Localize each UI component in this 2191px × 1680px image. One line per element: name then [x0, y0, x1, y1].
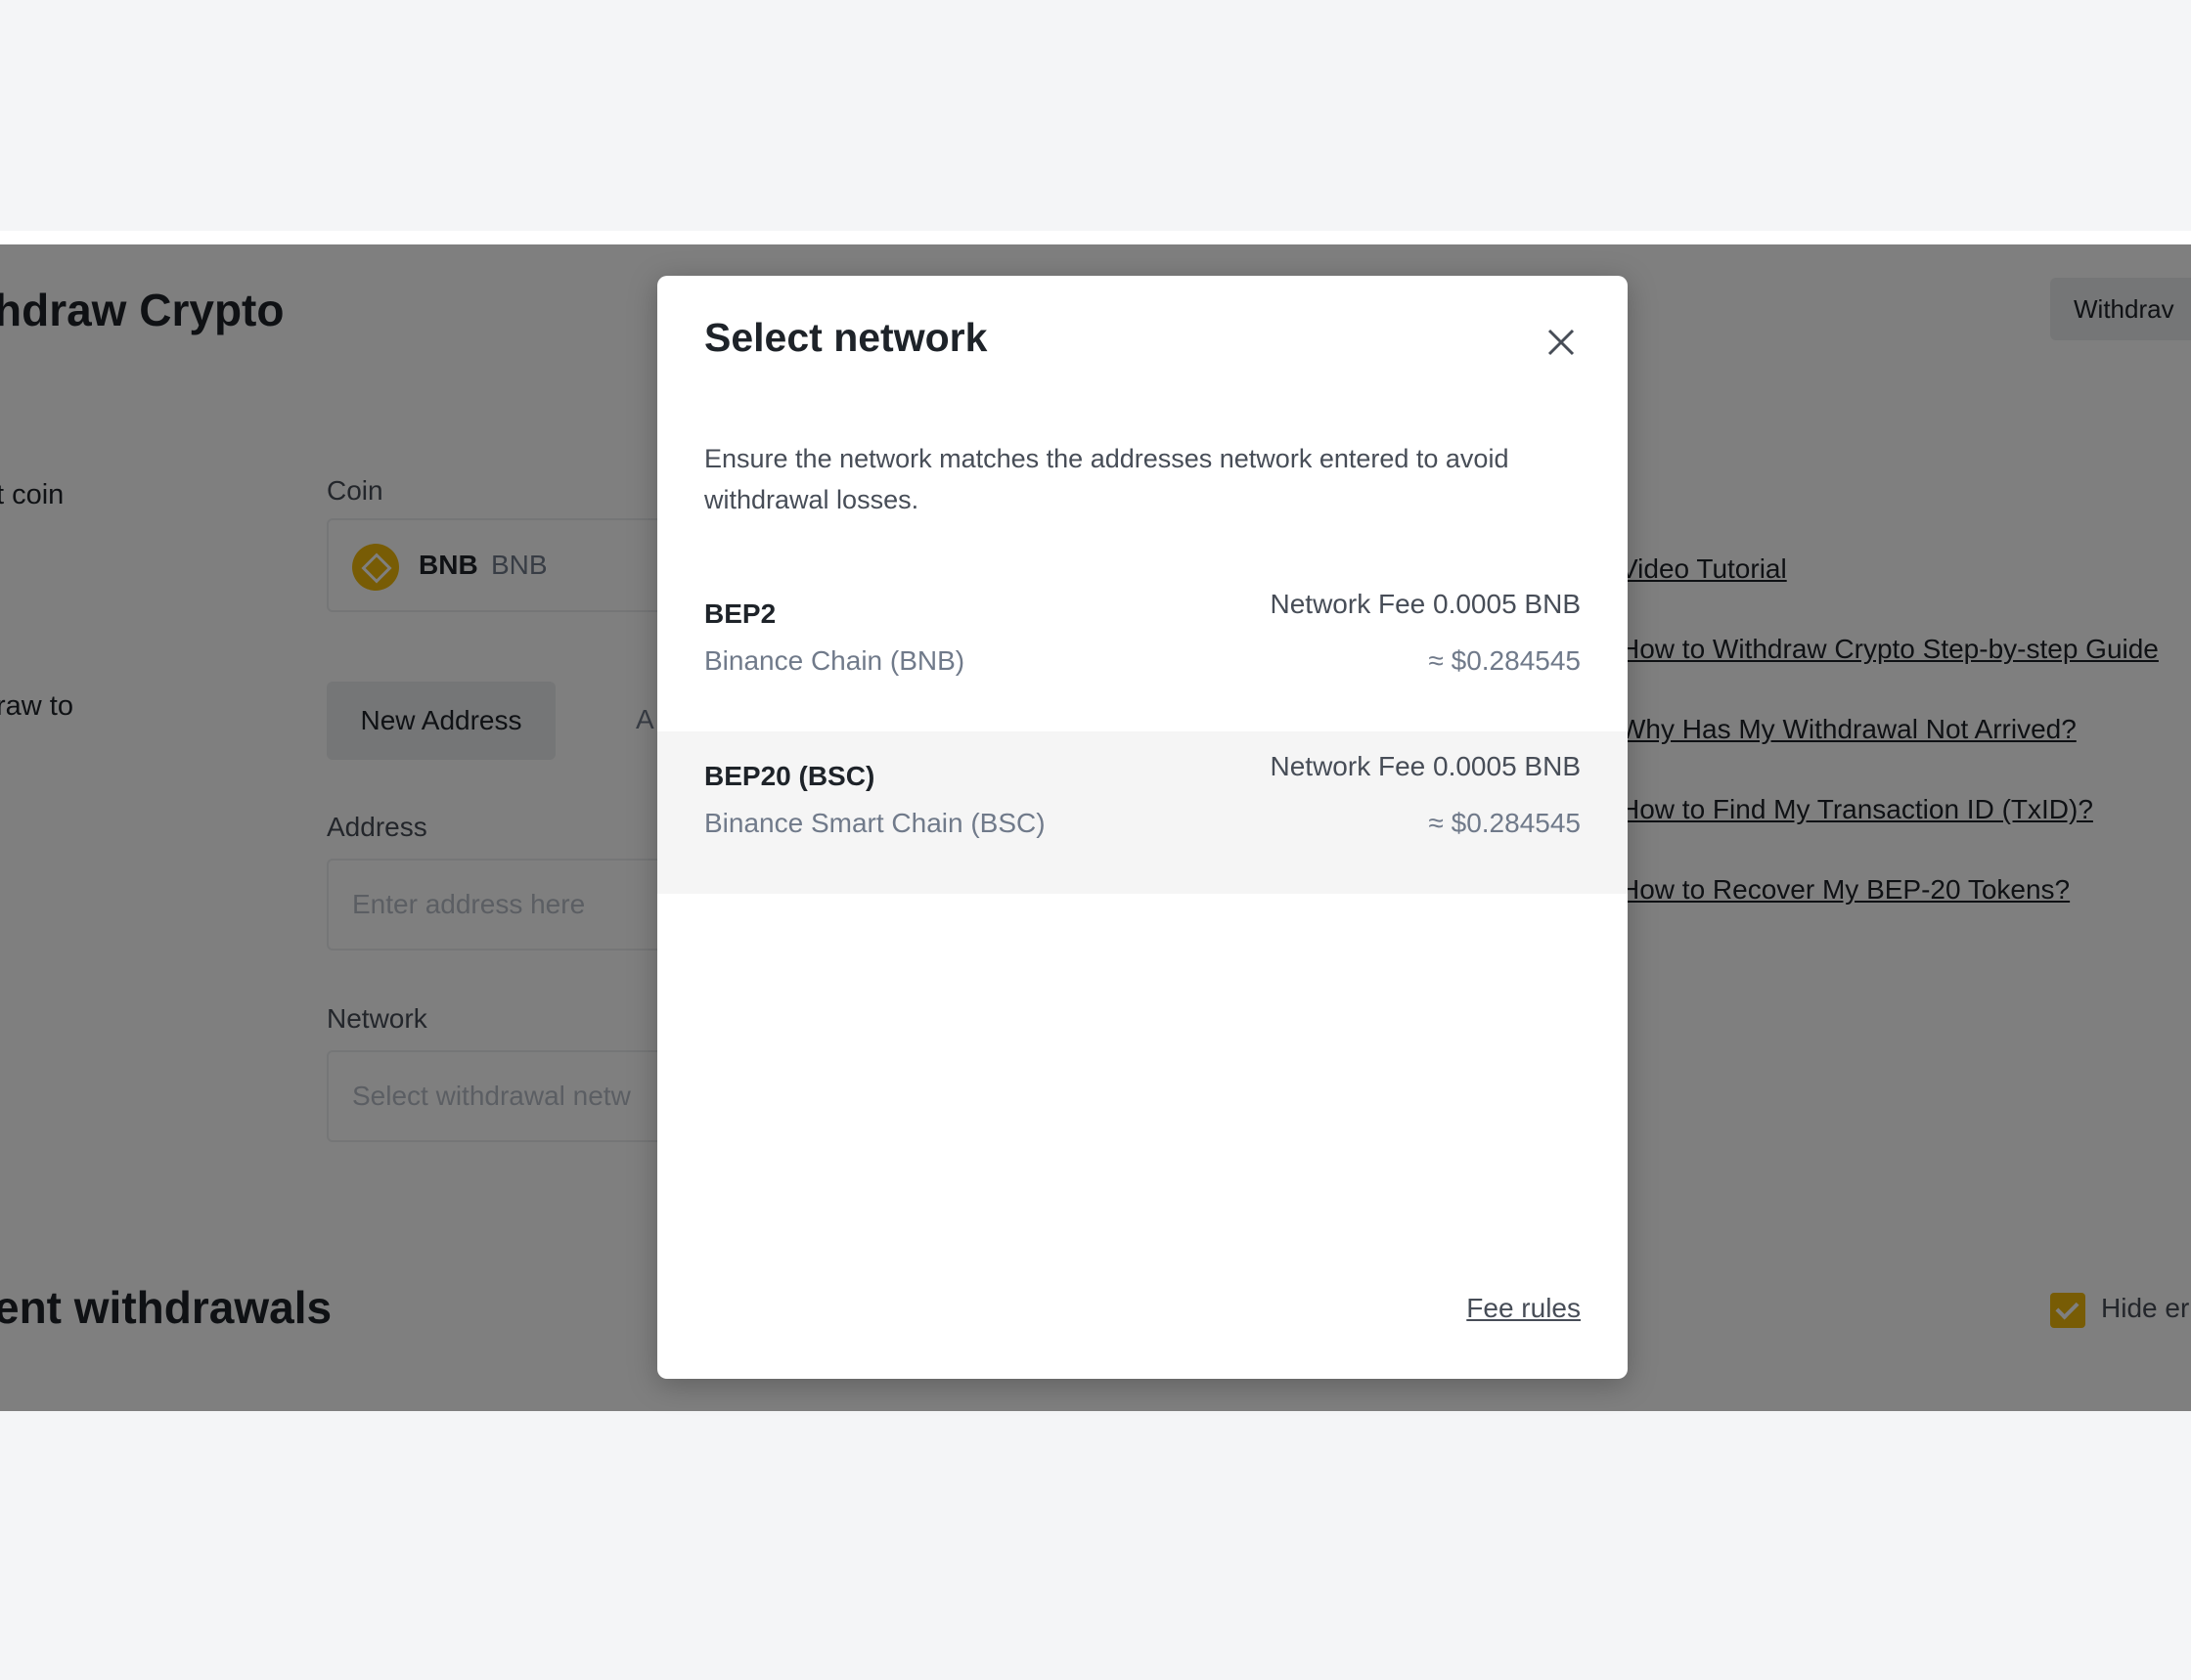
- fee-rules-link[interactable]: Fee rules: [1466, 1293, 1581, 1324]
- network-name: BEP2: [704, 598, 777, 629]
- top-divider: [0, 231, 2191, 244]
- network-option-bep2[interactable]: BEP2 Binance Chain (BNB) Network Fee 0.0…: [657, 569, 1628, 731]
- network-name: BEP20 (BSC): [704, 761, 875, 791]
- network-option-bep20[interactable]: BEP20 (BSC) Binance Smart Chain (BSC) Ne…: [657, 731, 1628, 894]
- browser-bottom-area: [0, 1411, 2191, 1680]
- network-fee: Network Fee 0.0005 BNB: [1270, 589, 1582, 619]
- network-chain: Binance Smart Chain (BSC): [704, 808, 1046, 838]
- network-fee-usd: ≈ $0.284545: [1428, 808, 1581, 838]
- browser-top-area: [0, 0, 2191, 231]
- network-fee-usd: ≈ $0.284545: [1428, 645, 1581, 676]
- network-option-bep2[interactable]: [657, 276, 1628, 438]
- network-fee: Network Fee 0.0005 BNB: [1270, 751, 1582, 781]
- network-chain: Binance Chain (BNB): [704, 645, 965, 676]
- modal-description: Ensure the network matches the addresses…: [704, 444, 1509, 514]
- select-network-modal: Select network Ensure the network matche…: [657, 276, 1628, 1379]
